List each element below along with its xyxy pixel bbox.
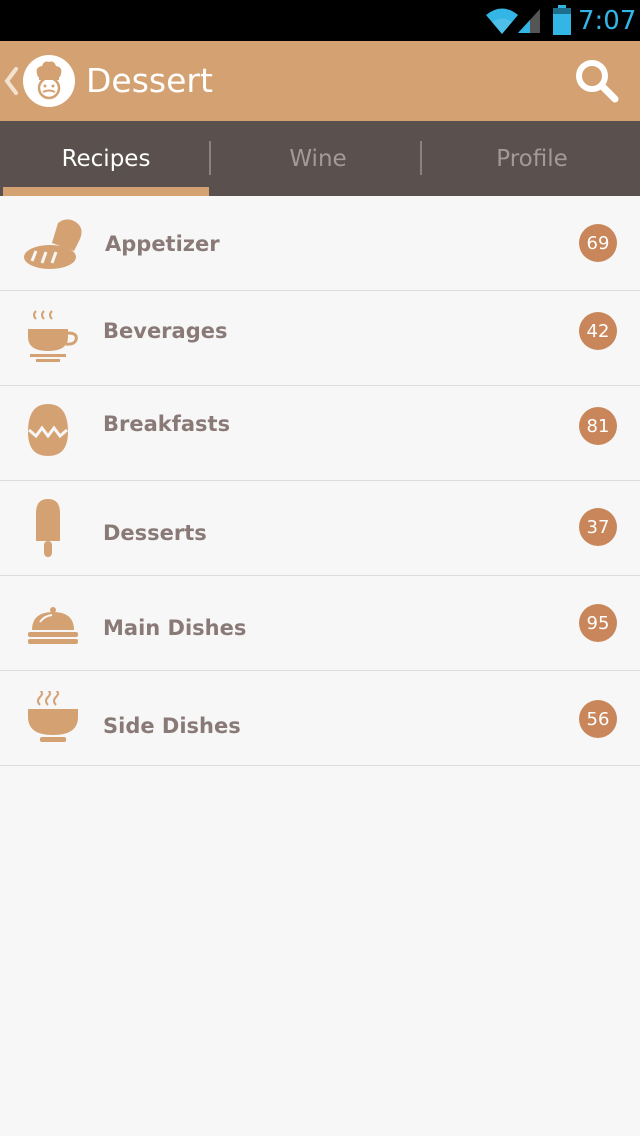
list-item-label: Side Dishes [103, 714, 241, 738]
count-badge: 42 [579, 312, 617, 350]
egg-icon [28, 404, 68, 456]
signal-icon [518, 9, 540, 33]
wifi-icon [486, 8, 518, 34]
status-bar: 7:07 [0, 0, 640, 41]
chef-logo-icon[interactable] [23, 55, 75, 107]
list-item-label: Appetizer [105, 232, 220, 256]
list-item-beverages[interactable]: Beverages 42 [0, 291, 640, 386]
tab-bar: Recipes Wine Profile [0, 121, 640, 196]
search-icon[interactable] [572, 57, 620, 105]
count-badge: 37 [579, 508, 617, 546]
list-item-label: Breakfasts [103, 412, 231, 436]
page-title: Dessert [86, 61, 213, 100]
cloche-icon [28, 607, 78, 644]
count-badge: 81 [579, 407, 617, 445]
list-item-main-dishes[interactable]: Main Dishes 95 [0, 576, 640, 671]
soup-bowl-icon [28, 691, 78, 742]
list-item-label: Desserts [103, 521, 207, 545]
bread-icon [24, 219, 82, 269]
list-item-breakfasts[interactable]: Breakfasts 81 [0, 386, 640, 481]
tab-divider [420, 141, 422, 175]
count-badge: 56 [579, 700, 617, 738]
list-item-label: Main Dishes [103, 616, 247, 640]
tab-recipes[interactable]: Recipes [0, 121, 212, 196]
count-badge: 69 [579, 224, 617, 262]
list-item-label: Beverages [103, 319, 228, 343]
popsicle-icon [36, 499, 60, 557]
tab-profile[interactable]: Profile [424, 121, 640, 196]
active-tab-indicator [3, 187, 209, 196]
list-item-appetizer[interactable]: Appetizer 69 [0, 196, 640, 291]
status-clock: 7:07 [578, 6, 637, 36]
coffee-cup-icon [28, 310, 78, 362]
tab-divider [209, 141, 211, 175]
list-item-desserts[interactable]: Desserts 37 [0, 481, 640, 576]
back-arrow-icon[interactable] [2, 63, 20, 99]
list-item-side-dishes[interactable]: Side Dishes 56 [0, 671, 640, 766]
battery-icon [553, 5, 571, 35]
app-bar: Dessert [0, 41, 640, 121]
tab-wine[interactable]: Wine [212, 121, 424, 196]
category-list: Appetizer 69 Beverages 42 Breakfasts 81 … [0, 196, 640, 766]
count-badge: 95 [579, 604, 617, 642]
